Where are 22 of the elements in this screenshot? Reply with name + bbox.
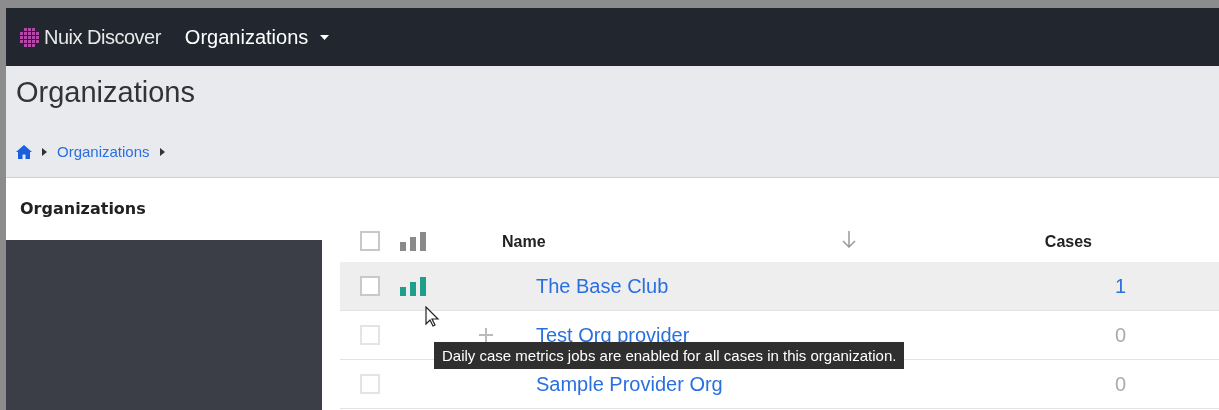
page-title: Organizations [16, 76, 196, 109]
case-count: 0 [1114, 372, 1126, 395]
cursor-icon [425, 306, 440, 328]
column-header[interactable]: Cases [1044, 232, 1092, 250]
breadcrumb-link[interactable]: Organizations [57, 143, 150, 160]
column-header[interactable]: Name [502, 232, 546, 250]
case-count[interactable]: 1 [1114, 274, 1126, 297]
tooltip: Daily case metrics jobs are enabled for all cases in this organization. [434, 342, 905, 369]
logo-icon [20, 27, 39, 47]
organizations-menu[interactable]: Organizations [178, 21, 336, 53]
sort-arrow-icon[interactable] [842, 230, 856, 248]
brand-name: Nuix Discover [44, 25, 161, 49]
organization-link[interactable]: The Base Club [536, 274, 669, 297]
checkbox[interactable] [360, 231, 380, 251]
checkbox[interactable] [360, 276, 380, 296]
chevron-icon [159, 147, 165, 156]
case-count: 0 [1114, 323, 1126, 346]
sidebar-title: Organizations [19, 198, 147, 220]
bar-chart-icon[interactable] [400, 276, 426, 296]
bar-chart-icon[interactable] [400, 231, 426, 251]
home-icon[interactable] [16, 144, 32, 159]
chevron-icon [42, 147, 47, 156]
